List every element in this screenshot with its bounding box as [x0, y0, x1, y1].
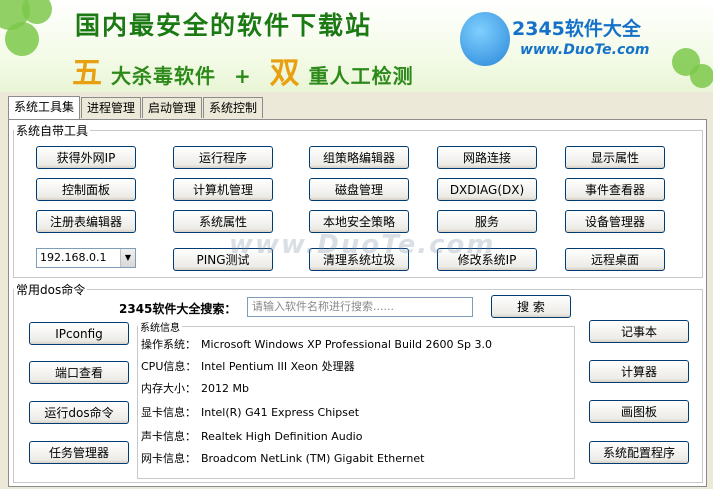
banner-plus: +: [233, 64, 252, 88]
network-connections-button[interactable]: 网路连接: [437, 146, 537, 169]
run-dos-command-button[interactable]: 运行dos命令: [29, 401, 129, 424]
banner-big-char: 双: [269, 56, 301, 91]
run-program-button[interactable]: 运行程序: [173, 146, 273, 169]
watermark: www.DuoTe.com: [229, 230, 496, 260]
tab-system-tools[interactable]: 系统工具集: [8, 96, 81, 119]
control-panel-button[interactable]: 控制面板: [36, 178, 136, 201]
logo-brand: 2345软件大全: [512, 18, 641, 40]
display-properties-button[interactable]: 显示属性: [565, 146, 665, 169]
search-label: 2345软件大全搜索：: [119, 302, 237, 316]
banner: 国内最安全的软件下载站 五 大杀毒软件 + 双 重人工检测 2345软件大全 w…: [0, 0, 713, 92]
get-external-ip-button[interactable]: 获得外网IP: [36, 146, 136, 169]
sysinfo-key: 网卡信息：: [141, 452, 196, 465]
ipconfig-button[interactable]: IPconfig: [29, 322, 129, 345]
task-manager-button[interactable]: 任务管理器: [29, 441, 129, 464]
sysinfo-key: 内存大小：: [141, 382, 196, 395]
ip-select-value: 192.168.0.1: [40, 251, 107, 264]
sysinfo-os-row: 操作系统： Microsoft Windows XP Professional B…: [141, 336, 492, 352]
tab-bar: 系统工具集 进程管理 启动管理 系统控制: [8, 96, 264, 119]
sysinfo-audio-row: 声卡信息： Realtek High Definition Audio: [141, 428, 362, 444]
group-policy-button[interactable]: 组策略编辑器: [309, 146, 409, 169]
dos-commands-legend: 常用dos命令: [16, 283, 86, 297]
tab-panel: 系统自带工具 获得外网IP 运行程序 组策略编辑器 网路连接 显示属性 控制面板…: [8, 119, 707, 487]
sysinfo-gpu-row: 显卡信息： Intel(R) G41 Express Chipset: [141, 404, 359, 420]
event-viewer-button[interactable]: 事件查看器: [565, 178, 665, 201]
banner-sub-text: 重人工检测: [308, 64, 414, 88]
sysinfo-key: 操作系统：: [141, 338, 196, 351]
clover-decoration: [5, 22, 39, 56]
notepad-button[interactable]: 记事本: [589, 320, 689, 343]
logo: 2345软件大全 www.DuoTe.com: [460, 10, 660, 70]
calculator-button[interactable]: 计算器: [589, 360, 689, 383]
sysinfo-value: Realtek High Definition Audio: [201, 430, 363, 443]
sysinfo-value: Intel(R) G41 Express Chipset: [201, 406, 360, 419]
remote-desktop-button[interactable]: 远程桌面: [565, 248, 665, 271]
builtin-tools-legend: 系统自带工具: [16, 124, 89, 138]
sysinfo-value: Intel Pentium III Xeon 处理器: [201, 360, 355, 373]
mascot-icon: [460, 12, 510, 66]
banner-title: 国内最安全的软件下载站: [75, 11, 373, 40]
system-config-button[interactable]: 系统配置程序: [589, 441, 689, 464]
registry-editor-button[interactable]: 注册表编辑器: [36, 210, 136, 233]
dxdiag-button[interactable]: DXDIAG(DX): [437, 178, 537, 201]
tab-process-manager[interactable]: 进程管理: [81, 97, 142, 118]
search-input[interactable]: 请输入软件名称进行搜索......: [247, 297, 473, 317]
tab-system-control[interactable]: 系统控制: [203, 97, 264, 118]
sysinfo-key: CPU信息：: [141, 360, 197, 373]
sysinfo-value: 2012 Mb: [201, 382, 249, 395]
port-view-button[interactable]: 端口查看: [29, 361, 129, 384]
banner-sub-text: 大杀毒软件: [110, 64, 216, 88]
tab-startup-manager[interactable]: 启动管理: [142, 97, 203, 118]
logo-url: www.DuoTe.com: [520, 42, 650, 58]
sysinfo-memory-row: 内存大小： 2012 Mb: [141, 380, 249, 396]
sysinfo-key: 显卡信息：: [141, 406, 196, 419]
device-manager-button[interactable]: 设备管理器: [565, 210, 665, 233]
sysinfo-value: Microsoft Windows XP Professional Build …: [201, 338, 492, 351]
clover-decoration: [690, 64, 713, 88]
search-button[interactable]: 搜 索: [491, 295, 571, 318]
paint-button[interactable]: 画图板: [589, 400, 689, 423]
sysinfo-key: 声卡信息：: [141, 430, 196, 443]
sysinfo-value: Broadcom NetLink (TM) Gigabit Ethernet: [201, 452, 425, 465]
system-info-legend: 系统信息: [140, 323, 180, 334]
sysinfo-cpu-row: CPU信息： Intel Pentium III Xeon 处理器: [141, 358, 355, 374]
clover-decoration: [22, 0, 52, 24]
banner-subtitle: 五 大杀毒软件 + 双 重人工检测: [72, 48, 414, 92]
sysinfo-network-row: 网卡信息： Broadcom NetLink (TM) Gigabit Ether…: [141, 450, 424, 466]
disk-management-button[interactable]: 磁盘管理: [309, 178, 409, 201]
computer-management-button[interactable]: 计算机管理: [173, 178, 273, 201]
ip-select[interactable]: 192.168.0.1 ▼: [36, 248, 136, 268]
banner-big-char: 五: [72, 56, 103, 91]
chevron-down-icon[interactable]: ▼: [120, 249, 135, 267]
